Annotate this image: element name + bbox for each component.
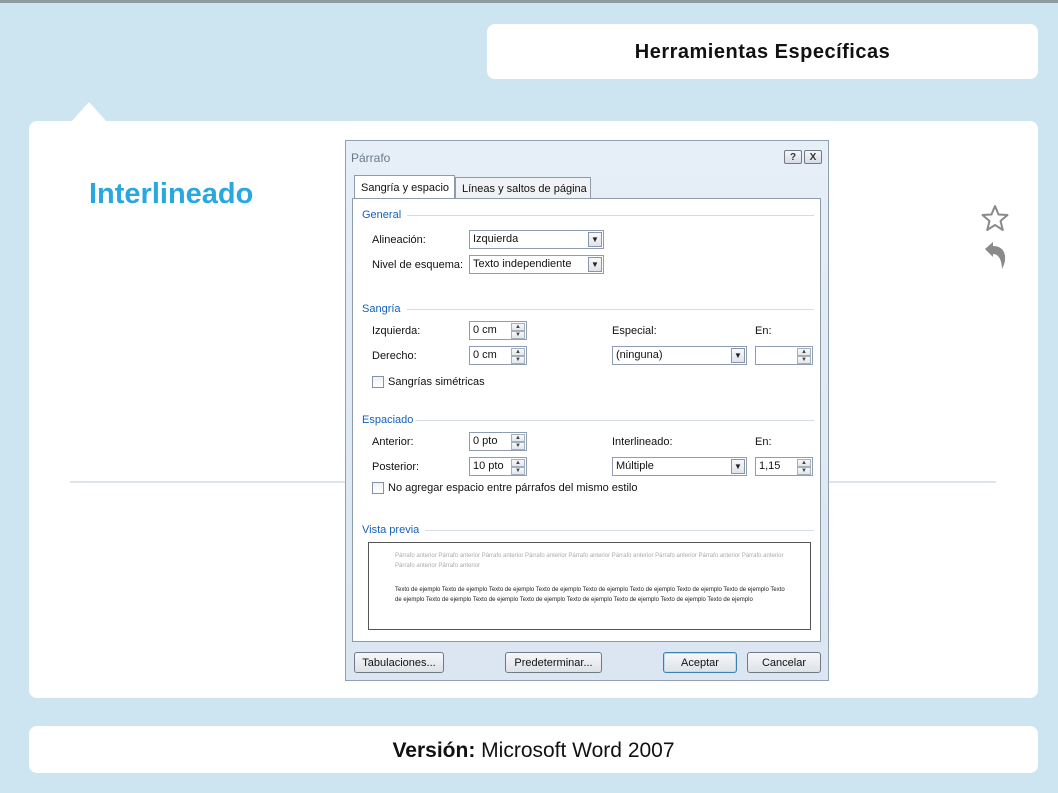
chevron-down-icon[interactable]: ▼ xyxy=(588,257,602,272)
tab-label: Sangría y espacio xyxy=(361,182,450,194)
especial-value: (ninguna) xyxy=(616,349,663,361)
interlineado-value: Múltiple xyxy=(616,460,654,472)
dialog-title: Párrafo xyxy=(351,151,391,165)
predeterminar-button[interactable]: Predeterminar... xyxy=(505,652,602,673)
nivel-select[interactable]: Texto independiente ▼ xyxy=(469,255,604,274)
spin-up-icon[interactable]: ▲ xyxy=(511,348,525,356)
card-pointer xyxy=(71,102,107,122)
espaciado-en-spinner[interactable]: 1,15 ▲ ▼ xyxy=(755,457,813,476)
izquierda-label: Izquierda: xyxy=(372,325,421,337)
sangria-en-label: En: xyxy=(755,325,772,337)
especial-label: Especial: xyxy=(612,325,657,337)
spin-down-icon[interactable]: ▼ xyxy=(797,356,811,364)
posterior-label: Posterior: xyxy=(372,461,420,473)
spin-down-icon[interactable]: ▼ xyxy=(511,467,525,475)
group-general-heading: General xyxy=(362,209,402,221)
sangria-en-spinner[interactable]: ▲ ▼ xyxy=(755,346,813,365)
derecho-value: 0 cm xyxy=(473,349,497,361)
anterior-value: 0 pto xyxy=(473,435,498,447)
interlineado-label: Interlineado: xyxy=(612,436,673,448)
derecho-label: Derecho: xyxy=(372,350,417,362)
divider-left xyxy=(70,481,347,483)
nivel-label: Nivel de esquema: xyxy=(372,259,464,271)
preview-sample-text: Texto de ejemplo Texto de ejemplo Texto … xyxy=(395,587,785,603)
espaciado-en-value: 1,15 xyxy=(759,460,781,472)
no-agregar-checkbox[interactable] xyxy=(372,482,384,494)
close-button[interactable]: X xyxy=(804,150,822,164)
aceptar-button[interactable]: Aceptar xyxy=(663,652,737,673)
simetricas-label: Sangrías simétricas xyxy=(388,376,485,388)
chevron-down-icon[interactable]: ▼ xyxy=(731,459,745,474)
spin-down-icon[interactable]: ▼ xyxy=(511,356,525,364)
tab-sangria-y-espacio[interactable]: Sangría y espacio xyxy=(354,175,455,198)
spin-up-icon[interactable]: ▲ xyxy=(511,459,525,467)
group-line xyxy=(407,215,814,216)
footer-card: Versión: Microsoft Word 2007 xyxy=(29,726,1038,773)
paragraph-dialog: Párrafo ? X Sangría y espacio Líneas y s… xyxy=(345,140,829,681)
espaciado-en-label: En: xyxy=(755,436,772,448)
star-icon[interactable] xyxy=(981,204,1009,232)
tab-label: Líneas y saltos de página xyxy=(462,183,587,195)
spin-down-icon[interactable]: ▼ xyxy=(797,467,811,475)
footer-label: Versión: xyxy=(392,739,476,762)
footer-value: Microsoft Word 2007 xyxy=(481,739,675,762)
cancelar-button[interactable]: Cancelar xyxy=(747,652,821,673)
help-button[interactable]: ? xyxy=(784,150,802,164)
undo-arrow-icon[interactable] xyxy=(981,240,1009,270)
simetricas-checkbox[interactable] xyxy=(372,376,384,388)
group-sangria-heading: Sangría xyxy=(362,303,401,315)
alineacion-label: Alineación: xyxy=(372,234,426,246)
posterior-value: 10 pto xyxy=(473,460,504,472)
posterior-spinner[interactable]: 10 pto ▲ ▼ xyxy=(469,457,527,476)
group-line xyxy=(425,530,814,531)
tab-lineas-y-saltos[interactable]: Líneas y saltos de página xyxy=(455,177,591,199)
header-title: Herramientas Específicas xyxy=(634,41,891,63)
alineacion-select[interactable]: Izquierda ▼ xyxy=(469,230,604,249)
tabulaciones-button[interactable]: Tabulaciones... xyxy=(354,652,444,673)
chevron-down-icon[interactable]: ▼ xyxy=(731,348,745,363)
chevron-down-icon[interactable]: ▼ xyxy=(588,232,602,247)
especial-select[interactable]: (ninguna) ▼ xyxy=(612,346,747,365)
no-agregar-label: No agregar espacio entre párrafos del mi… xyxy=(388,482,638,494)
section-title: Interlineado xyxy=(89,178,254,210)
alineacion-value: Izquierda xyxy=(473,233,519,245)
spin-up-icon[interactable]: ▲ xyxy=(511,434,525,442)
group-espaciado-heading: Espaciado xyxy=(362,414,414,426)
spin-down-icon[interactable]: ▼ xyxy=(511,442,525,450)
preview-box: Párrafo anterior Párrafo anterior Párraf… xyxy=(368,542,811,630)
spin-up-icon[interactable]: ▲ xyxy=(511,323,525,331)
spin-up-icon[interactable]: ▲ xyxy=(797,459,811,467)
interlineado-select[interactable]: Múltiple ▼ xyxy=(612,457,747,476)
izquierda-value: 0 cm xyxy=(473,324,497,336)
header-card: Herramientas Específicas xyxy=(487,24,1038,79)
group-line xyxy=(415,420,814,421)
spin-down-icon[interactable]: ▼ xyxy=(511,331,525,339)
tab-panel: General Alineación: Izquierda ▼ Nivel de… xyxy=(352,198,821,642)
top-border xyxy=(0,0,1058,3)
anterior-spinner[interactable]: 0 pto ▲ ▼ xyxy=(469,432,527,451)
divider-right xyxy=(829,481,996,483)
anterior-label: Anterior: xyxy=(372,436,414,448)
izquierda-spinner[interactable]: 0 cm ▲ ▼ xyxy=(469,321,527,340)
derecho-spinner[interactable]: 0 cm ▲ ▼ xyxy=(469,346,527,365)
nivel-value: Texto independiente xyxy=(473,258,572,270)
group-line xyxy=(407,309,814,310)
preview-previous-text: Párrafo anterior Párrafo anterior Párraf… xyxy=(395,553,784,569)
spin-up-icon[interactable]: ▲ xyxy=(797,348,811,356)
group-vista-previa-heading: Vista previa xyxy=(362,524,420,536)
footer-version: Versión: Microsoft Word 2007 xyxy=(29,739,1038,763)
